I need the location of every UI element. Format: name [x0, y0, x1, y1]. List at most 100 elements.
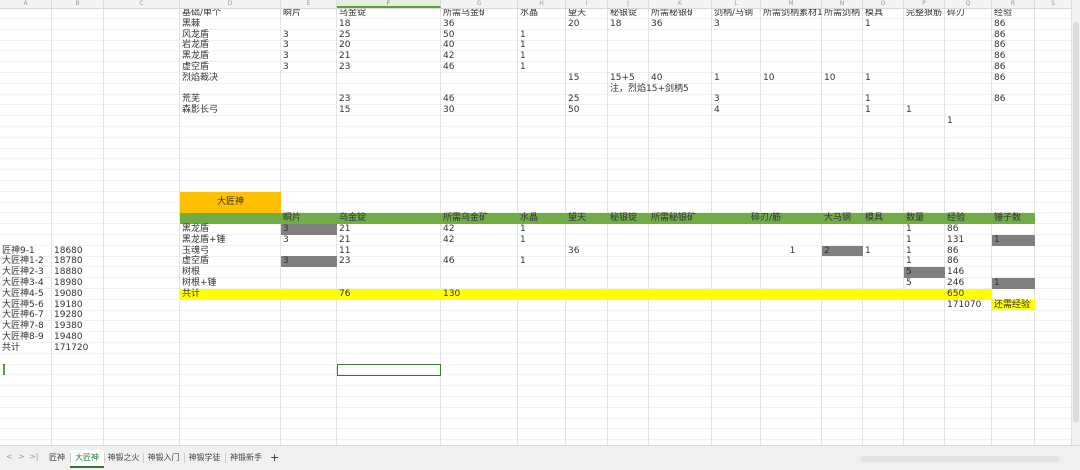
column-title-cell[interactable]: 经验 — [945, 213, 965, 224]
cell[interactable]: 大匠神7-8 — [0, 321, 44, 332]
sheet-tab[interactable]: 神锻学徒 — [184, 450, 225, 466]
cell[interactable]: 246 — [945, 278, 964, 289]
column-title-cell[interactable]: 水晶 — [518, 8, 538, 19]
cell[interactable]: 风龙盾 — [180, 30, 209, 41]
column-title-cell[interactable]: 所需剑柄素材1 — [761, 8, 823, 19]
cell[interactable]: 1 — [712, 73, 720, 84]
cell[interactable]: 荒芜 — [180, 94, 200, 105]
cell[interactable]: 大匠神1-2 — [0, 256, 44, 267]
column-title-cell[interactable]: 锤子数 — [992, 213, 1021, 224]
column-header-k[interactable]: K — [649, 0, 712, 8]
column-title-cell[interactable]: 望天 — [566, 8, 586, 19]
cell[interactable]: 3 — [281, 224, 289, 235]
column-title-cell[interactable]: 数量 — [904, 213, 924, 224]
cell[interactable]: 21 — [337, 224, 350, 235]
cell[interactable]: 15+5 — [608, 73, 635, 84]
cell[interactable]: 36 — [649, 19, 662, 30]
column-title-cell[interactable]: 所需乌金矿 — [441, 8, 488, 19]
column-title-cell[interactable]: 乌金锭 — [337, 8, 366, 19]
cell[interactable]: 2 — [822, 246, 830, 257]
cell[interactable]: 20 — [337, 40, 350, 51]
cell[interactable]: 岩龙盾 — [180, 40, 209, 51]
cell[interactable]: 黑棘 — [180, 19, 200, 30]
cell[interactable]: 42 — [441, 224, 454, 235]
cell[interactable]: 1 — [518, 224, 526, 235]
cell[interactable]: 86 — [992, 30, 1005, 41]
cell[interactable]: 42 — [441, 51, 454, 62]
column-title-cell[interactable]: 秘银锭 — [608, 213, 637, 224]
column-title-cell[interactable]: 所需剑柄 — [822, 8, 860, 19]
column-title-cell[interactable]: 完整狼筋 — [904, 8, 942, 19]
cell[interactable]: 1 — [863, 19, 871, 30]
cell[interactable]: 1 — [945, 116, 953, 127]
cell[interactable]: 11 — [337, 246, 350, 257]
cell[interactable]: 40 — [441, 40, 454, 51]
cell[interactable]: 虚空盾 — [180, 256, 209, 267]
cell[interactable]: 21 — [337, 51, 350, 62]
cell[interactable]: 3 — [281, 235, 289, 246]
cell[interactable]: 15 — [337, 105, 350, 116]
cell[interactable]: 1 — [863, 246, 871, 257]
cell[interactable]: 3 — [281, 256, 289, 267]
column-header-r[interactable]: R — [992, 0, 1035, 8]
cell[interactable]: 3 — [712, 19, 720, 30]
cell[interactable]: 共计 — [180, 289, 200, 300]
column-header-d[interactable]: D — [180, 0, 281, 8]
selected-cell[interactable] — [337, 364, 441, 376]
cell[interactable]: 黑龙盾+锤 — [180, 235, 226, 246]
section-title-cell[interactable]: 大匠神 — [180, 191, 281, 214]
cell[interactable]: 19480 — [52, 332, 83, 343]
cell[interactable]: 86 — [992, 40, 1005, 51]
column-title-cell[interactable]: 经验 — [992, 8, 1012, 19]
column-header-n[interactable]: N — [822, 0, 863, 8]
cell[interactable]: 黑龙盾 — [180, 224, 209, 235]
cell[interactable]: 171070 — [945, 300, 981, 311]
cell[interactable]: 树根 — [180, 267, 200, 278]
column-header-h[interactable]: H — [518, 0, 566, 8]
cell[interactable]: 86 — [992, 73, 1005, 84]
cell[interactable]: 46 — [441, 62, 454, 73]
cell[interactable]: 1 — [904, 105, 912, 116]
cell[interactable]: 1 — [518, 30, 526, 41]
column-title-cell[interactable]: 秘银锭 — [608, 8, 637, 19]
cell[interactable]: 1 — [904, 256, 912, 267]
column-header-i[interactable]: I — [566, 0, 608, 8]
sheet-tab[interactable]: 匠神 — [44, 450, 70, 466]
cell[interactable]: 18 — [337, 19, 350, 30]
cell[interactable]: 18980 — [52, 278, 83, 289]
cell[interactable]: 1 — [518, 40, 526, 51]
column-header-f[interactable]: F — [337, 0, 441, 8]
cell[interactable]: 36 — [441, 19, 454, 30]
cell[interactable]: 18680 — [52, 246, 83, 257]
cell[interactable]: 23 — [337, 256, 350, 267]
cell[interactable]: 86 — [992, 94, 1005, 105]
cell[interactable]: 匠神9-1 — [0, 246, 35, 257]
cell[interactable]: 10 — [822, 73, 835, 84]
cell[interactable]: 50 — [566, 105, 579, 116]
cell[interactable]: 86 — [992, 51, 1005, 62]
cell[interactable]: 20 — [566, 19, 579, 30]
cell[interactable]: 18880 — [52, 267, 83, 278]
cell[interactable]: 86 — [945, 246, 958, 257]
column-title-cell[interactable]: 所需乌金矿 — [441, 213, 488, 224]
column-title-cell[interactable]: 基础/单个 — [180, 8, 221, 19]
cell[interactable]: 86 — [992, 62, 1005, 73]
column-title-cell[interactable]: 碎刃/筋 — [749, 213, 781, 224]
cell[interactable]: 1 — [518, 62, 526, 73]
column-title-cell[interactable]: 所需秘银矿 — [649, 8, 696, 19]
cell[interactable]: 1 — [761, 246, 822, 257]
cell[interactable]: 76 — [337, 289, 350, 300]
cell[interactable]: 86 — [992, 19, 1005, 30]
cell[interactable]: 25 — [566, 94, 579, 105]
last-sheet-icon[interactable]: >| — [29, 452, 38, 461]
column-header-q[interactable]: Q — [945, 0, 992, 8]
cell[interactable]: 虚空盾 — [180, 62, 209, 73]
cell[interactable]: 146 — [945, 267, 964, 278]
sheet-tab[interactable]: 神锻新手 — [225, 450, 267, 466]
spreadsheet-grid[interactable]: ABCDEFGHIJKLMNOPQRS 大匠神 基础/单个 瞬片 乌金锭 所需乌金矿水… — [0, 0, 1072, 445]
scroll-thumb[interactable] — [1073, 22, 1079, 422]
cell[interactable]: 4 — [712, 105, 720, 116]
horizontal-scrollbar[interactable] — [860, 456, 1060, 462]
cell[interactable]: 大匠神6-7 — [0, 310, 44, 321]
cell[interactable]: 42 — [441, 235, 454, 246]
